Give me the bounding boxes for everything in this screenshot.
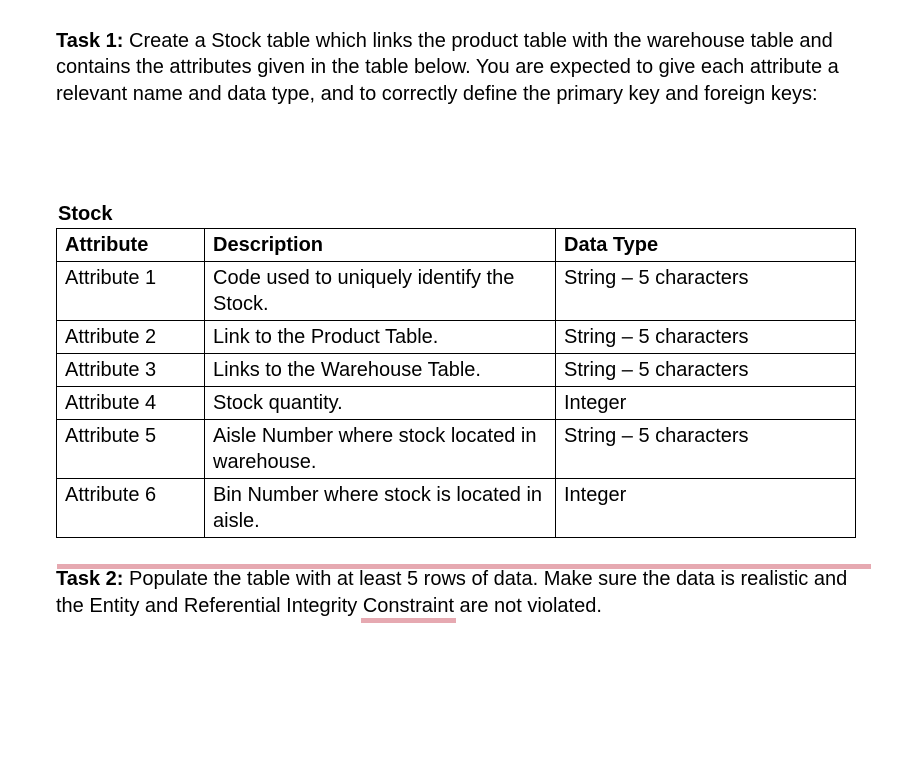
cell-type: Integer	[556, 387, 856, 420]
cell-attr: Attribute 1	[57, 262, 205, 321]
col-datatype: Data Type	[556, 229, 856, 262]
spacer	[56, 107, 862, 203]
cell-desc: Links to the Warehouse Table.	[205, 354, 556, 387]
col-description: Description	[205, 229, 556, 262]
table-row: Attribute 2 Link to the Product Table. S…	[57, 321, 856, 354]
cell-attr: Attribute 5	[57, 420, 205, 479]
table-row: Attribute 4 Stock quantity. Integer	[57, 387, 856, 420]
cell-attr: Attribute 3	[57, 354, 205, 387]
col-attribute: Attribute	[57, 229, 205, 262]
cell-type: String – 5 characters	[556, 420, 856, 479]
table-row: Attribute 3 Links to the Warehouse Table…	[57, 354, 856, 387]
cell-attr: Attribute 2	[57, 321, 205, 354]
task1-text: Create a Stock table which links the pro…	[56, 30, 839, 105]
cell-attr: Attribute 4	[57, 387, 205, 420]
cell-type: String – 5 characters	[556, 354, 856, 387]
cell-attr: Attribute 6	[57, 479, 205, 538]
task2-label: Task 2:	[56, 568, 123, 590]
task1-paragraph: Task 1: Create a Stock table which links…	[56, 28, 862, 107]
table-title: Stock	[56, 203, 862, 226]
cell-type: String – 5 characters	[556, 262, 856, 321]
table-wrapper: Attribute Description Data Type Attribut…	[56, 228, 862, 538]
task2-underlined-word: Constraint	[363, 593, 454, 619]
table-row: Attribute 1 Code used to uniquely identi…	[57, 262, 856, 321]
table-body: Attribute 1 Code used to uniquely identi…	[57, 262, 856, 538]
task2-paragraph: Task 2: Populate the table with at least…	[56, 566, 862, 619]
cell-type: Integer	[556, 479, 856, 538]
cell-desc: Link to the Product Table.	[205, 321, 556, 354]
cell-desc: Aisle Number where stock located in ware…	[205, 420, 556, 479]
cell-type: String – 5 characters	[556, 321, 856, 354]
stock-table: Attribute Description Data Type Attribut…	[56, 228, 856, 538]
cell-desc: Stock quantity.	[205, 387, 556, 420]
highlight-underline-icon	[57, 564, 871, 569]
cell-desc: Code used to uniquely identify the Stock…	[205, 262, 556, 321]
task2-text-after: are not violated.	[454, 595, 602, 617]
document-page: Task 1: Create a Stock table which links…	[0, 0, 914, 667]
table-row: Attribute 5 Aisle Number where stock loc…	[57, 420, 856, 479]
table-row: Attribute 6 Bin Number where stock is lo…	[57, 479, 856, 538]
task1-label: Task 1:	[56, 30, 123, 52]
cell-desc: Bin Number where stock is located in ais…	[205, 479, 556, 538]
table-header-row: Attribute Description Data Type	[57, 229, 856, 262]
